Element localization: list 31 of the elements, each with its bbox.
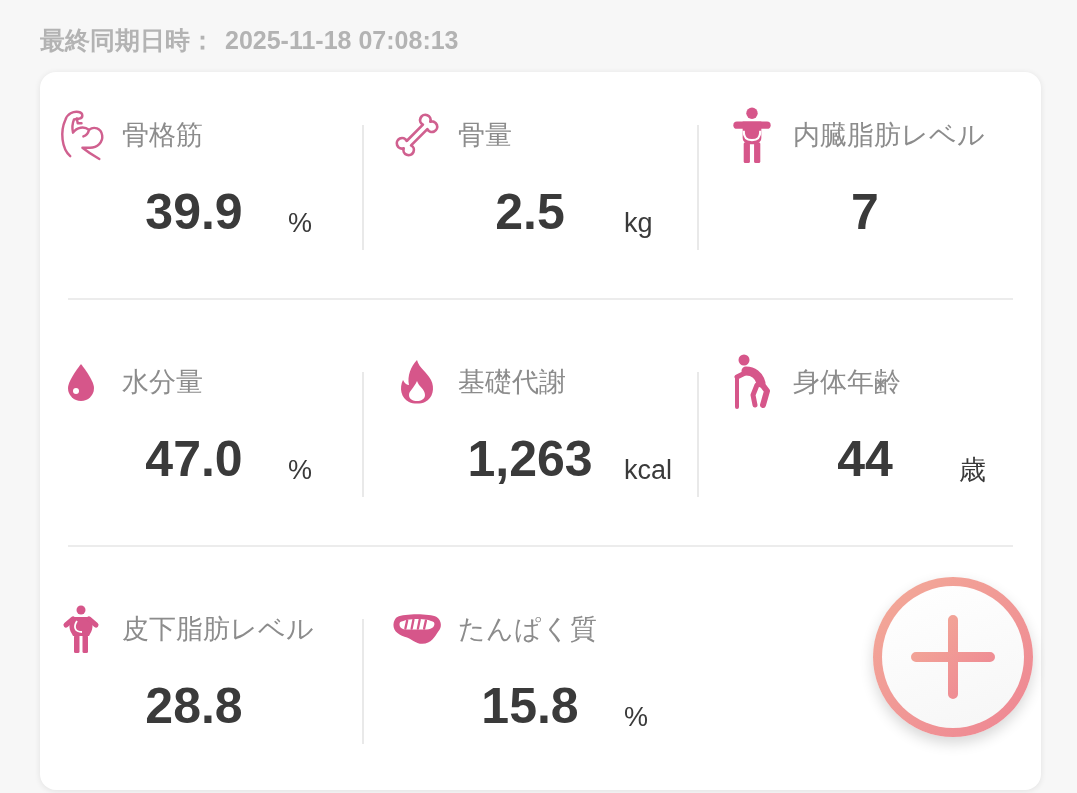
person-with-cane-icon (732, 354, 772, 410)
metric-label: 皮下脂肪レベル (122, 613, 314, 646)
bone-icon (394, 112, 440, 158)
person-icon (62, 605, 100, 653)
metric-unit: kg (624, 210, 653, 237)
metric-label: 身体年齢 (793, 366, 901, 399)
metric-value: 1,263 (466, 430, 594, 489)
metric-value: 44 (836, 430, 894, 489)
metric-label: 基礎代謝 (458, 366, 566, 399)
metric-unit: % (288, 210, 312, 237)
plus-icon (911, 615, 995, 699)
metric-label: 骨格筋 (122, 119, 203, 152)
metric-label: たんぱく質 (458, 613, 597, 646)
steak-icon (392, 611, 442, 647)
metric-value: 28.8 (144, 677, 244, 736)
metric-unit: % (624, 704, 648, 731)
person-belly-icon (731, 107, 773, 163)
metric-value: 15.8 (480, 677, 580, 736)
metric-value: 7 (850, 183, 880, 242)
sync-label: 最終同期日時： (40, 25, 215, 56)
metric-value: 2.5 (494, 183, 566, 242)
metric-value: 47.0 (144, 430, 244, 489)
metric-label: 骨量 (458, 119, 512, 152)
metric-unit: kcal (624, 457, 672, 484)
metric-value: 39.9 (144, 183, 244, 242)
metric-label: 水分量 (122, 366, 203, 399)
water-drop-icon (68, 363, 94, 401)
sync-time: 2025-11-18 07:08:13 (225, 25, 459, 56)
metric-label: 内臓脂肪レベル (793, 119, 985, 152)
metric-unit: 歳 (959, 457, 986, 484)
metric-unit: % (288, 457, 312, 484)
